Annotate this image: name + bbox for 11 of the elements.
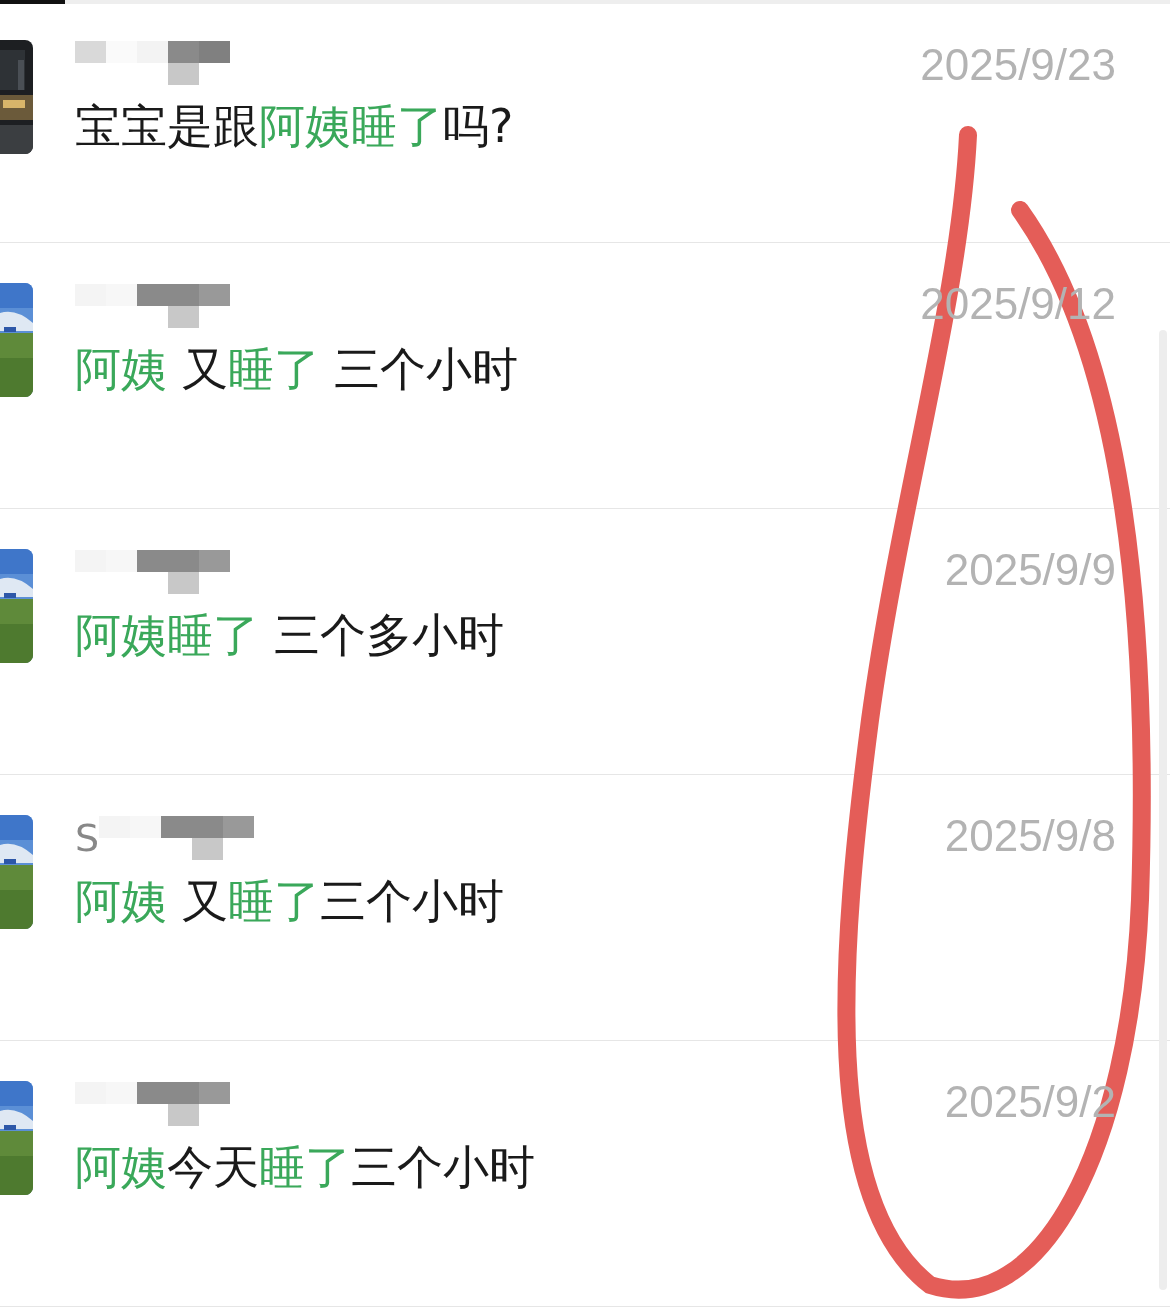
message-date: 2025/9/8 bbox=[944, 811, 1116, 861]
message-text: 阿姨 又睡了 三个小时 bbox=[75, 341, 520, 398]
message-date: 2025/9/23 bbox=[920, 40, 1116, 90]
message-text: 宝宝是跟阿姨睡了吗? bbox=[75, 98, 515, 155]
message-text: 阿姨 又睡了三个小时 bbox=[75, 873, 505, 930]
contact-name: S bbox=[75, 815, 100, 861]
message-date: 2025/9/9 bbox=[944, 545, 1116, 595]
tab-indicator bbox=[0, 0, 65, 4]
message-text: 阿姨今天睡了三个小时 bbox=[75, 1139, 536, 1196]
scrollbar[interactable] bbox=[1159, 330, 1167, 1290]
message-text: 阿姨睡了 三个多小时 bbox=[75, 607, 505, 664]
